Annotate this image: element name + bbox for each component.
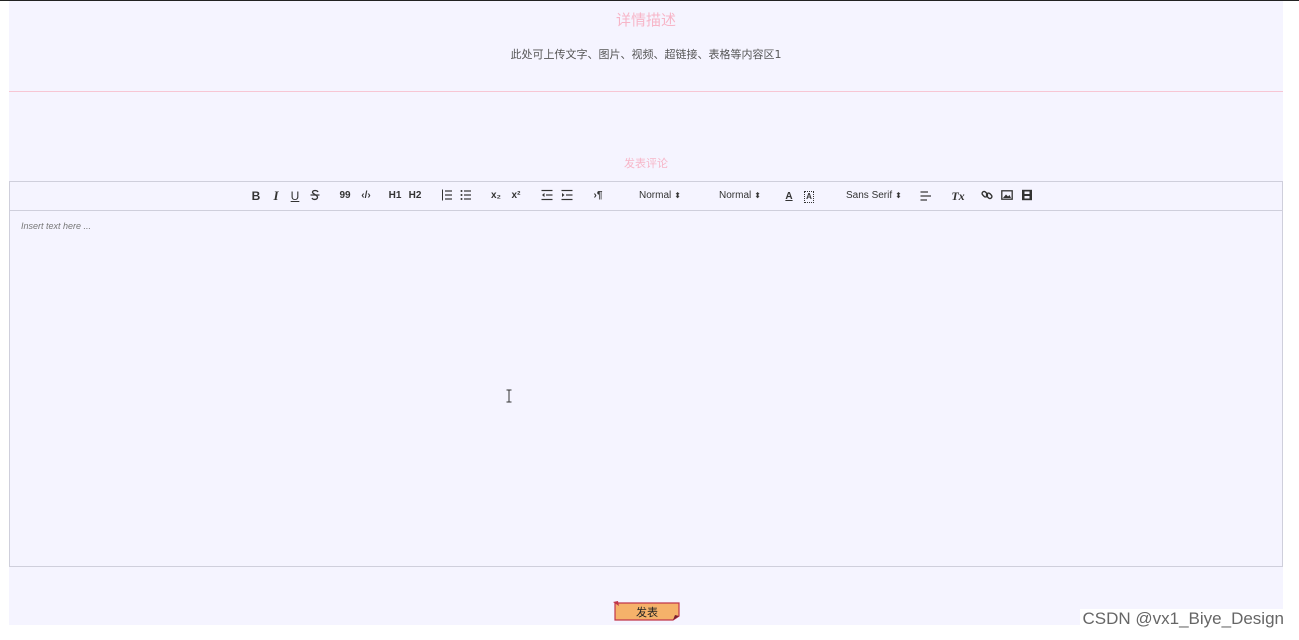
video-icon: [1022, 189, 1032, 201]
text-direction-button[interactable]: ›¶: [591, 189, 605, 203]
link-icon: [981, 190, 993, 200]
editor-text-area[interactable]: Insert text here ...: [10, 211, 1282, 566]
ordered-list-button[interactable]: [441, 189, 453, 203]
text-cursor-icon: [506, 389, 512, 403]
image-button[interactable]: [1001, 189, 1013, 203]
clean-format-button[interactable]: Tx: [951, 189, 965, 203]
strike-icon: [310, 189, 320, 201]
subscript-button[interactable]: x₂: [490, 189, 502, 203]
submit-comment-button[interactable]: 发表: [613, 601, 681, 621]
link-button[interactable]: [981, 189, 993, 203]
page-content: 详情描述 此处可上传文字、图片、视频、超链接、表格等内容区1 发表评论 B I …: [9, 1, 1283, 625]
text-color-button[interactable]: A: [783, 189, 795, 203]
comment-title: 发表评论: [624, 157, 668, 170]
code-block-button[interactable]: ‹/›: [359, 189, 373, 203]
font-select[interactable]: Sans Serif ⬍: [846, 189, 902, 203]
header-2-button[interactable]: H2: [408, 189, 422, 203]
header-select[interactable]: Normal ⬍: [719, 189, 761, 203]
section-divider: [9, 91, 1283, 92]
editor-toolbar: B I U 99 ‹/› H1 H2 x₂ x² ›¶ Normal ⬍ Nor…: [10, 182, 1282, 211]
bullet-list-button[interactable]: [460, 189, 472, 203]
indent-icon: [561, 189, 573, 201]
background-color-label: A: [804, 191, 814, 203]
select-arrows-icon: ⬍: [674, 191, 681, 200]
align-icon: [920, 191, 931, 201]
detail-title: 详情描述: [615, 11, 676, 29]
editor-placeholder: Insert text here ...: [21, 221, 92, 231]
bullet-list-icon: [460, 190, 471, 200]
detail-content: 此处可上传文字、图片、视频、超链接、表格等内容区1: [510, 48, 782, 61]
font-select-label: Sans Serif: [846, 190, 893, 201]
outdent-button[interactable]: [541, 189, 553, 203]
watermark: CSDN @vx1_Biye_Design: [1080, 609, 1284, 629]
italic-button[interactable]: I: [271, 189, 281, 203]
ordered-list-icon: [442, 189, 452, 201]
blockquote-button[interactable]: 99: [339, 189, 351, 203]
text-color-label: A: [785, 191, 793, 202]
underline-button[interactable]: U: [290, 189, 300, 203]
header-1-button[interactable]: H1: [388, 189, 402, 203]
bold-button[interactable]: B: [251, 189, 261, 203]
submit-label: 发表: [636, 606, 658, 619]
image-icon: [1001, 190, 1013, 200]
background-color-button[interactable]: A: [803, 189, 815, 203]
superscript-button[interactable]: x²: [510, 189, 522, 203]
indent-button[interactable]: [561, 189, 573, 203]
video-button[interactable]: [1021, 189, 1033, 203]
strike-button[interactable]: [310, 189, 320, 203]
header-select-label: Normal: [719, 190, 752, 201]
align-button[interactable]: [920, 189, 932, 203]
select-arrows-icon: ⬍: [754, 191, 761, 200]
outdent-icon: [541, 189, 553, 201]
rich-text-editor: B I U 99 ‹/› H1 H2 x₂ x² ›¶ Normal ⬍ Nor…: [9, 181, 1283, 567]
size-select[interactable]: Normal ⬍: [639, 189, 681, 203]
size-select-label: Normal: [639, 190, 672, 201]
select-arrows-icon: ⬍: [895, 191, 902, 200]
